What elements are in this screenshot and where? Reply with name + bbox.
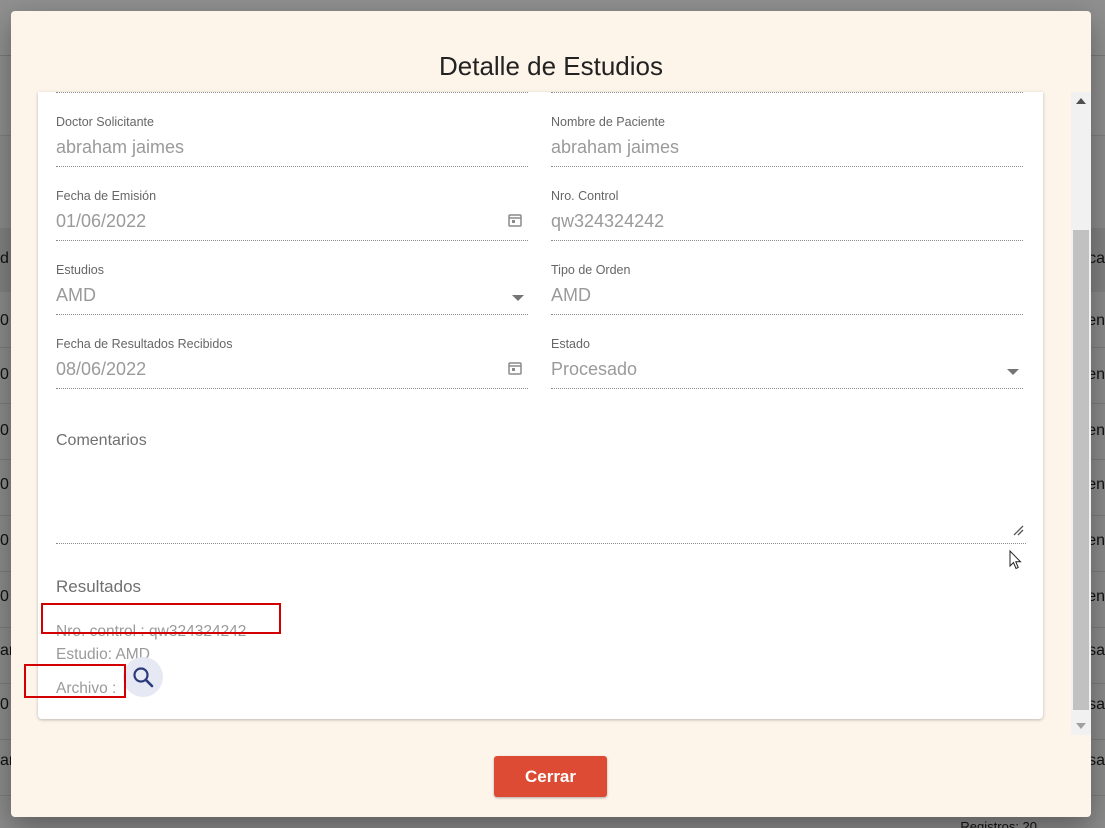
background-record-count: Registros: 20 [960,819,1037,828]
issue-date-field[interactable]: Fecha de Emisión 01/06/2022 [56,189,528,241]
control-number-field[interactable]: Nro. Control qw324324242 [551,189,1023,241]
chevron-down-icon[interactable] [1007,369,1019,375]
order-type-label: Tipo de Orden [551,263,631,277]
background-cell: 0 [0,366,9,383]
status-value: Procesado [551,359,638,379]
comments-label: Comentarios [56,432,147,449]
scroll-down-arrow-icon[interactable] [1076,723,1086,729]
resize-handle-icon[interactable] [1012,524,1024,536]
scroll-up-arrow-icon[interactable] [1076,98,1086,104]
control-number-label: Nro. Control [551,189,619,203]
calendar-icon[interactable] [508,361,522,375]
control-number-value: qw324324242 [551,211,665,231]
patient-name-field[interactable]: Nombre de Paciente abraham jaimes [551,115,1023,167]
study-detail-dialog: Detalle de Estudios Doctor Solicitante a… [11,11,1091,817]
dialog-title: Detalle de Estudios [438,51,664,81]
background-cell: 0 [0,422,9,439]
patient-name-value: abraham jaimes [551,137,680,157]
background-cell: 0 [0,476,9,493]
studies-select[interactable]: Estudios AMD [56,263,528,315]
studies-label: Estudios [56,263,104,277]
chevron-down-icon[interactable] [512,295,524,301]
search-icon [133,667,154,688]
studies-value: AMD [56,285,96,305]
results-date-label: Fecha de Resultados Recibidos [56,337,233,351]
comments-textarea[interactable]: Comentarios [56,432,1026,544]
field-underline [551,92,1023,93]
dialog-scrollbar[interactable] [1071,92,1091,735]
mouse-cursor-icon [1009,550,1022,570]
close-button[interactable]: Cerrar [494,756,607,797]
background-header-left: d [0,250,9,267]
scrollbar-thumb[interactable] [1073,230,1089,710]
background-cell: 0 [0,532,9,549]
doctor-label: Doctor Solicitante [56,115,154,129]
order-type-field[interactable]: Tipo de Orden AMD [551,263,1023,315]
results-date-field[interactable]: Fecha de Resultados Recibidos 08/06/2022 [56,337,528,389]
doctor-field[interactable]: Doctor Solicitante abraham jaimes [56,115,528,167]
background-cell: 0 [0,312,9,329]
results-date-value: 08/06/2022 [56,359,147,379]
status-label: Estado [551,337,590,351]
patient-name-label: Nombre de Paciente [551,115,665,129]
status-select[interactable]: Estado Procesado [551,337,1023,389]
annotation-box-control-number [41,603,281,634]
background-cell: 0 [0,696,9,713]
calendar-icon[interactable] [508,213,522,227]
view-file-button[interactable] [123,657,163,697]
annotation-box-file [24,664,126,698]
field-underline [56,92,528,93]
background-cell: 0 [0,588,9,605]
order-type-value: AMD [551,285,591,305]
results-heading: Resultados [56,577,142,596]
issue-date-value: 01/06/2022 [56,211,147,231]
issue-date-label: Fecha de Emisión [56,189,157,203]
doctor-value: abraham jaimes [56,137,185,157]
